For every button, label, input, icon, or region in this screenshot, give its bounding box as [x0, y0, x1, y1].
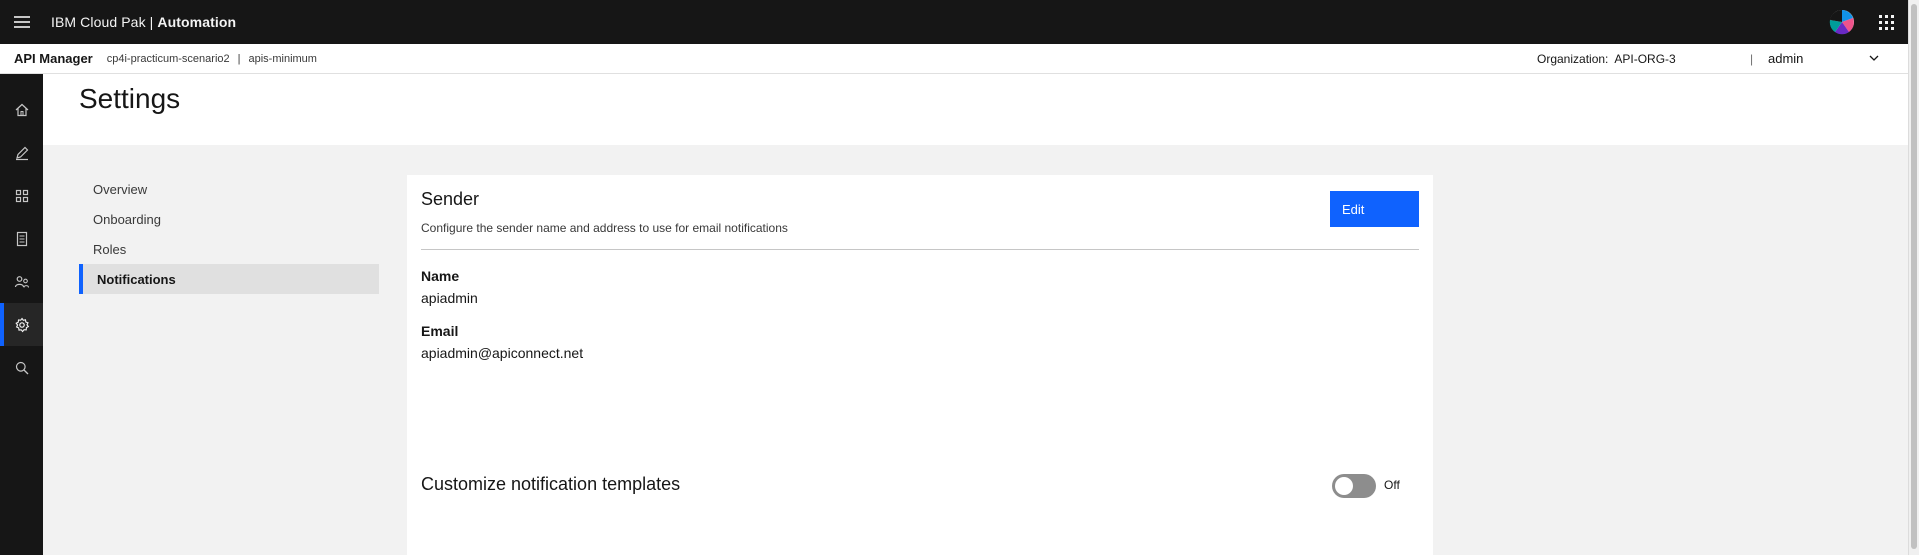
product-logo-icon[interactable]: [1820, 0, 1864, 44]
top-bar-actions: [1820, 0, 1908, 44]
nav-home[interactable]: [0, 88, 43, 131]
nav-search[interactable]: [0, 346, 43, 389]
edit-icon: [15, 146, 28, 160]
settings-nav-roles[interactable]: Roles: [79, 234, 379, 264]
nav-settings[interactable]: [0, 303, 43, 346]
nav-members[interactable]: [0, 260, 43, 303]
settings-nav-notifications[interactable]: Notifications: [79, 264, 379, 294]
page-scrollbar[interactable]: [1908, 0, 1919, 555]
settings-nav-onboarding[interactable]: Onboarding: [79, 204, 379, 234]
page-title: Settings: [79, 83, 181, 114]
brand-name: Automation: [157, 14, 237, 30]
organization-selector[interactable]: Organization: API-ORG-3: [1537, 52, 1676, 66]
edit-button[interactable]: Edit: [1330, 191, 1419, 227]
chevron-down-icon[interactable]: [1868, 52, 1880, 67]
toggle-state-label: Off: [1384, 478, 1400, 492]
user-separator: |: [1750, 51, 1754, 66]
sender-description: Configure the sender name and address to…: [421, 221, 788, 235]
name-label: Name: [421, 268, 460, 284]
email-value: apiadmin@apiconnect.net: [421, 345, 584, 361]
settings-nav-overview[interactable]: Overview: [79, 174, 379, 204]
divider: [421, 249, 1419, 250]
app-name[interactable]: API Manager: [14, 51, 93, 66]
search-icon: [15, 361, 28, 374]
user-menu[interactable]: admin: [1768, 51, 1803, 66]
context-bar: API Manager cp4i-practicum-scenario2 | a…: [0, 44, 1908, 74]
space-name[interactable]: apis-minimum: [249, 53, 317, 65]
nav-develop[interactable]: [0, 131, 43, 174]
nav-manage[interactable]: [0, 174, 43, 217]
apps-icon: [15, 189, 28, 202]
organization-label: Organization:: [1537, 51, 1609, 66]
organization-value: API-ORG-3: [1614, 51, 1676, 66]
side-nav: [0, 74, 43, 555]
name-value: apiadmin: [421, 290, 478, 306]
document-icon: [16, 231, 27, 246]
menu-icon[interactable]: [0, 0, 44, 44]
templates-title: Customize notification templates: [421, 474, 681, 494]
context-separator: |: [237, 52, 241, 65]
app-switcher-icon[interactable]: [1864, 0, 1908, 44]
members-icon: [14, 275, 29, 288]
nav-analytics[interactable]: [0, 217, 43, 260]
catalog-name[interactable]: cp4i-practicum-scenario2: [107, 53, 230, 65]
platform-brand[interactable]: IBM Cloud Pak | Automation: [51, 14, 236, 30]
home-icon: [15, 103, 28, 116]
settings-nav: Overview Onboarding Roles Notifications: [79, 174, 379, 294]
brand-prefix: IBM Cloud Pak |: [51, 14, 158, 30]
email-label: Email: [421, 323, 459, 339]
notifications-card: Sender Configure the sender name and add…: [407, 175, 1433, 555]
page-header: Settings: [43, 74, 1908, 145]
top-bar: IBM Cloud Pak | Automation: [0, 0, 1908, 44]
settings-icon: [14, 317, 29, 332]
templates-toggle[interactable]: [1332, 474, 1376, 498]
sender-title: Sender: [421, 189, 480, 209]
